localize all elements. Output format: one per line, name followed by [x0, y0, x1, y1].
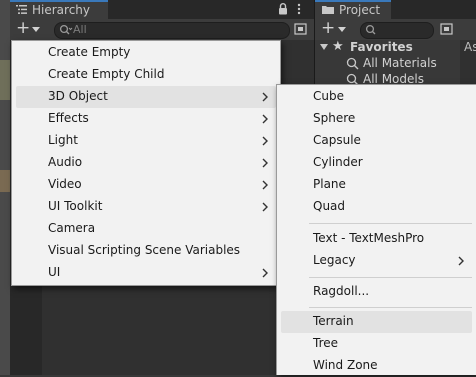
- scene-view-edge: [0, 0, 10, 375]
- chevron-right-icon: [262, 136, 268, 146]
- menu-item-camera[interactable]: Camera: [16, 218, 276, 240]
- menu-item-label: 3D Object: [48, 89, 108, 103]
- menu-item-label: Capsule: [313, 133, 361, 147]
- menu-item-cube[interactable]: Cube: [281, 86, 472, 108]
- menu-item-video[interactable]: Video: [16, 174, 276, 196]
- menu-item-label: Wind Zone: [313, 358, 378, 372]
- menu-item-text-textmeshpro[interactable]: Text - TextMeshPro: [281, 228, 472, 250]
- menu-item-label: Video: [48, 177, 82, 191]
- menu-item-label: Create Empty Child: [48, 67, 165, 81]
- search-icon: [59, 24, 73, 35]
- menu-item-label: Terrain: [313, 314, 354, 328]
- menu-item-label: UI: [48, 265, 61, 279]
- star-icon: ★: [332, 39, 344, 54]
- chevron-right-icon: [262, 202, 268, 212]
- search-icon: [365, 24, 376, 35]
- assets-header: As: [464, 40, 476, 56]
- menu-item-tree[interactable]: Tree: [281, 333, 472, 355]
- menu-item-label: Visual Scripting Scene Variables: [48, 243, 241, 257]
- menu-item-3d-object[interactable]: 3D Object: [16, 86, 276, 108]
- menu-item-plane[interactable]: Plane: [281, 174, 472, 196]
- menu-item-visual-scripting-scene-variables[interactable]: Visual Scripting Scene Variables: [16, 240, 276, 262]
- plus-icon: +: [16, 18, 31, 38]
- create-context-menu: Create Empty Create Empty Child 3D Objec…: [11, 40, 281, 286]
- scene-visibility-icon[interactable]: [294, 22, 308, 36]
- menu-item-light[interactable]: Light: [16, 130, 276, 152]
- folder-icon: [322, 6, 334, 14]
- chevron-down-icon: [338, 27, 346, 32]
- menu-item-label: Legacy: [313, 253, 356, 267]
- tab-hierarchy[interactable]: Hierarchy: [10, 0, 108, 19]
- menu-item-label: Text - TextMeshPro: [313, 231, 425, 245]
- menu-item-legacy[interactable]: Legacy: [281, 250, 472, 272]
- more-options-icon[interactable]: [296, 3, 302, 15]
- expand-arrow-icon[interactable]: [320, 44, 328, 50]
- menu-item-label: UI Toolkit: [48, 199, 103, 213]
- chevron-right-icon: [262, 180, 268, 190]
- menu-item-ui[interactable]: UI: [16, 262, 276, 284]
- menu-item-label: Tree: [313, 336, 339, 350]
- favorite-item-label: All Materials: [363, 56, 437, 70]
- menu-item-label: Sphere: [313, 111, 356, 125]
- menu-item-create-empty[interactable]: Create Empty: [16, 42, 276, 64]
- menu-item-label: Cube: [313, 89, 344, 103]
- project-create-dropdown-button[interactable]: +: [319, 18, 351, 38]
- favorites-label: Favorites: [350, 40, 413, 54]
- menu-item-quad[interactable]: Quad: [281, 196, 472, 218]
- menu-separator: [309, 223, 472, 224]
- menu-item-label: Light: [48, 133, 78, 147]
- menu-separator: [309, 307, 472, 308]
- chevron-right-icon: [262, 158, 268, 168]
- chevron-right-icon: [458, 256, 464, 266]
- menu-item-sphere[interactable]: Sphere: [281, 108, 472, 130]
- chevron-right-icon: [262, 268, 268, 278]
- menu-item-label: Effects: [48, 111, 89, 125]
- menu-item-label: Plane: [313, 177, 346, 191]
- search-icon: [346, 57, 359, 70]
- menu-item-label: Create Empty: [48, 45, 131, 59]
- menu-item-label: Cylinder: [313, 155, 363, 169]
- project-search-input[interactable]: [360, 22, 434, 39]
- tab-hierarchy-label: Hierarchy: [32, 3, 91, 17]
- menu-item-label: Audio: [48, 155, 83, 169]
- menu-item-wind-zone[interactable]: Wind Zone: [281, 355, 472, 377]
- search-by-type-icon[interactable]: [440, 22, 454, 36]
- scene-view-strip: [0, 170, 10, 192]
- plus-icon: +: [321, 18, 336, 38]
- create-dropdown-button[interactable]: +: [14, 18, 44, 38]
- menu-item-label: Ragdoll...: [313, 284, 370, 298]
- tab-project[interactable]: Project: [315, 0, 391, 19]
- menu-item-ragdoll[interactable]: Ragdoll...: [281, 281, 472, 303]
- scene-view-strip: [0, 60, 10, 100]
- chevron-right-icon: [262, 114, 268, 124]
- menu-item-label: Quad: [313, 199, 346, 213]
- menu-item-effects[interactable]: Effects: [16, 108, 276, 130]
- hierarchy-search-input[interactable]: All: [54, 22, 290, 39]
- 3d-object-submenu: Cube Sphere Capsule Cylinder Plane Quad …: [276, 84, 476, 375]
- menu-item-capsule[interactable]: Capsule: [281, 130, 472, 152]
- assets-label: As: [464, 40, 476, 54]
- chevron-down-icon: [32, 27, 40, 32]
- menu-item-audio[interactable]: Audio: [16, 152, 276, 174]
- menu-item-terrain[interactable]: Terrain: [281, 311, 472, 333]
- chevron-right-icon: [262, 92, 268, 102]
- menu-item-cylinder[interactable]: Cylinder: [281, 152, 472, 174]
- lock-icon[interactable]: [278, 3, 288, 15]
- menu-item-create-empty-child[interactable]: Create Empty Child: [16, 64, 276, 86]
- menu-item-label: Camera: [48, 221, 96, 235]
- menu-item-ui-toolkit[interactable]: UI Toolkit: [16, 196, 276, 218]
- search-placeholder: All: [73, 23, 87, 36]
- menu-separator: [309, 277, 472, 278]
- tab-project-label: Project: [339, 3, 381, 17]
- list-icon: [16, 5, 27, 14]
